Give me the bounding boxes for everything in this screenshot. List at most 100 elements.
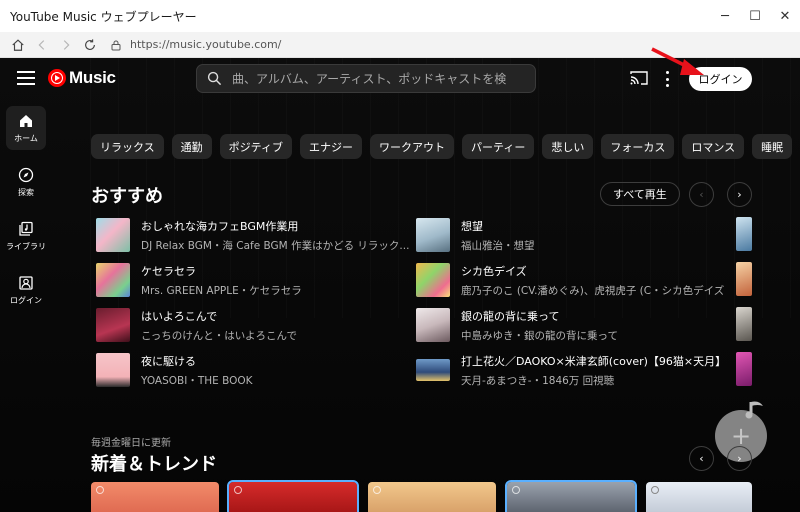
sidebar-item-library[interactable]: ライブラリ [6,214,46,258]
album-art [96,308,130,342]
song-subtitle: 鹿乃子のこ (CV.潘めぐみ)、虎視虎子 (C・シカ色デイズ [461,284,725,297]
maximize-button[interactable]: ☐ [740,0,770,32]
trending-title: 新着＆トレンド [91,454,217,475]
trending-prev-button[interactable]: ‹ [689,446,714,471]
url-field[interactable]: https://music.youtube.com/ [110,38,281,51]
lock-icon [111,40,121,50]
carousel-next-button[interactable]: › [727,182,752,207]
trending-card[interactable] [91,482,219,512]
music-note-icon [745,401,763,419]
song-title[interactable]: 打上花火／DAOKO×米津玄師(cover)【96猫×天月】 [461,353,741,369]
album-art [416,218,450,252]
sidebar-item-login[interactable]: ログイン [6,268,46,312]
window-title: YouTube Music ウェブプレーヤー [10,9,197,24]
left-sidebar: ホーム 探索 ライブラリ ログイン [0,106,52,322]
sidebar-item-home[interactable]: ホーム [6,106,46,150]
album-art-peek[interactable] [736,307,752,341]
card-badge [234,486,242,494]
song-title[interactable]: 銀の龍の背に乗って [461,308,741,324]
menu-icon[interactable] [17,71,35,85]
play-logo-icon [48,69,66,87]
mood-chips: リラックス 通勤 ポジティブ エナジー ワークアウト パーティー 悲しい フォー… [91,134,800,159]
song-title[interactable]: シカ色デイズ [461,263,741,279]
youtube-music-app: Music ログイン ホーム 探索 ライブラリ ログイン リラックス 通勤 [0,47,800,512]
trending-card[interactable] [646,482,752,512]
chip-party[interactable]: パーティー [462,134,535,159]
house-icon [12,38,24,51]
album-art [416,359,450,381]
play-all-button[interactable]: すべて再生 [600,182,680,206]
song-subtitle: こっちのけんと・はいよろこんで [141,329,298,342]
song-title[interactable]: はいよろこんで [141,308,421,324]
compass-icon [18,167,34,182]
list-item[interactable]: 打上花火／DAOKO×米津玄師(cover)【96猫×天月】 天月-あまつき-・… [416,352,741,388]
chip-positive[interactable]: ポジティブ [219,134,293,159]
search-box[interactable] [196,64,536,93]
youtube-music-logo[interactable]: Music [48,68,116,88]
cast-icon[interactable] [630,70,648,86]
chip-focus[interactable]: フォーカス [601,134,675,159]
card-badge [373,486,381,494]
sidebar-label: ログイン [10,295,42,305]
carousel-prev-button[interactable]: ‹ [689,182,714,207]
album-art-peek[interactable] [736,217,752,251]
album-art [96,263,130,297]
search-icon [207,71,222,86]
song-subtitle: 中島みゆき・銀の龍の背に乗って [461,329,618,342]
song-title[interactable]: 夜に駆ける [141,353,421,369]
list-item[interactable]: ケセラセラ Mrs. GREEN APPLE・ケセラセラ [96,262,421,298]
sidebar-label: ライブラリ [6,241,46,251]
list-item[interactable]: はいよろこんで こっちのけんと・はいよろこんで [96,307,421,343]
card-badge [651,486,659,494]
chip-workout[interactable]: ワークアウト [370,134,455,159]
reload-button[interactable] [78,34,102,56]
list-item[interactable]: おしゃれな海カフェBGM作業用 DJ Relax BGM・海 Cafe BGM … [96,217,421,253]
list-item[interactable]: 銀の龍の背に乗って 中島みゆき・銀の龍の背に乗って [416,307,741,343]
reload-icon [85,38,95,50]
trending-card[interactable] [227,480,359,512]
close-button[interactable]: ✕ [770,0,800,32]
chip-commute[interactable]: 通勤 [171,134,212,159]
chip-energy[interactable]: エナジー [300,134,363,159]
library-icon [19,221,33,236]
song-subtitle: 天月-あまつき-・1846万 回視聴 [461,374,615,387]
album-art [96,218,130,252]
card-badge [512,486,520,494]
url-text: https://music.youtube.com/ [130,38,282,51]
album-art [96,353,130,387]
window-titlebar: YouTube Music ウェブプレーヤー ─ ☐ ✕ [0,0,800,32]
trending-next-button[interactable]: › [727,446,752,471]
recommended-title: おすすめ [91,186,163,207]
album-art-peek[interactable] [736,352,752,386]
search-input[interactable] [232,71,522,86]
album-art [416,308,450,342]
back-button[interactable] [30,34,54,56]
song-title[interactable]: ケセラセラ [141,263,421,279]
home-icon [20,114,32,127]
account-icon [19,275,33,290]
chip-romance[interactable]: ロマンス [682,134,745,159]
list-item[interactable]: 夜に駆ける YOASOBI・THE BOOK [96,352,421,388]
minimize-button[interactable]: ─ [710,0,740,32]
list-item[interactable]: シカ色デイズ 鹿乃子のこ (CV.潘めぐみ)、虎視虎子 (C・シカ色デイズ [416,262,741,298]
song-subtitle: DJ Relax BGM・海 Cafe BGM 作業はかどる リラック... [141,239,410,252]
album-art-peek[interactable] [736,262,752,296]
song-subtitle: YOASOBI・THE BOOK [141,374,253,387]
arrow-left-icon [38,39,45,50]
chip-sad[interactable]: 悲しい [542,134,594,159]
sidebar-item-explore[interactable]: 探索 [6,160,46,204]
trending-card[interactable] [505,480,637,512]
song-subtitle: Mrs. GREEN APPLE・ケセラセラ [141,284,302,297]
sidebar-label: ホーム [14,133,38,143]
song-title[interactable]: おしゃれな海カフェBGM作業用 [141,218,421,234]
chip-sleep[interactable]: 睡眠 [752,134,793,159]
home-nav-button[interactable] [6,34,30,56]
forward-button[interactable] [54,34,78,56]
album-art [416,263,450,297]
song-title[interactable]: 想望 [461,218,741,234]
list-item[interactable]: 想望 福山雅治・想望 [416,217,741,253]
arrow-right-icon [63,39,70,50]
trending-card[interactable] [368,482,496,512]
card-badge [96,486,104,494]
chip-relax[interactable]: リラックス [91,134,164,159]
